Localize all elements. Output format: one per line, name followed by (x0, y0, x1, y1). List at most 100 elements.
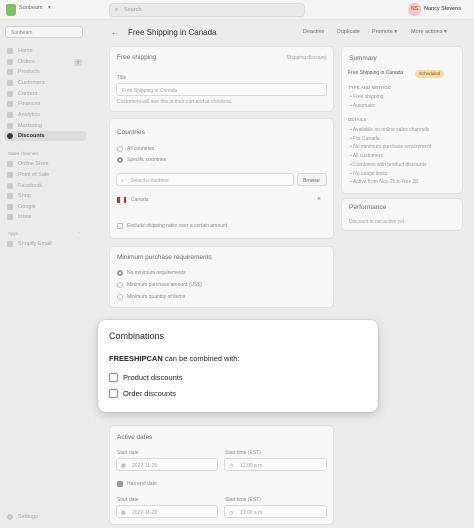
end-time-input[interactable]: ◷ 12:00 a.m. (224, 505, 327, 518)
title-input-value: Free Shipping in Canada (122, 87, 178, 94)
sidebar-item-facebook[interactable]: Facebook (4, 181, 86, 191)
summary-list-item: • Combines with product discounts (350, 162, 427, 168)
sidebar-item-shop[interactable]: Shop (4, 191, 86, 201)
end-date-value: 2022-11-28 (132, 509, 158, 516)
start-date-value: 2022-11-25 (132, 462, 158, 469)
end-date-input[interactable]: ▦ 2022-11-28 (116, 505, 218, 518)
exclude-rates-checkbox[interactable] (117, 223, 123, 229)
order-discounts-checkbox[interactable] (109, 389, 118, 398)
minimum-amount-radio[interactable] (117, 282, 123, 288)
end-time-label: Start time (EST) (225, 497, 261, 503)
search-icon: ⌕ (121, 177, 124, 184)
summary-list-item: • For Canada (350, 136, 380, 142)
sidebar-item-label: Customers (18, 80, 45, 86)
title-help-text: Customers will see this in their cart an… (117, 99, 233, 105)
sidebar-item-label: Google (18, 204, 36, 210)
summary-list-item: • Automatic (350, 103, 376, 109)
status-badge: Scheduled (415, 70, 445, 78)
sidebar-item-marketing[interactable]: Marketing (4, 121, 86, 131)
start-date-input[interactable]: ▦ 2022-11-25 (116, 458, 218, 471)
avatar[interactable]: NS (408, 3, 421, 16)
sidebar-item-finances[interactable]: Finances (4, 99, 86, 109)
sidebar-item-shopify-email[interactable]: Shopify Email (4, 239, 86, 249)
title-input[interactable]: Free Shipping in Canada (116, 83, 327, 96)
search-countries-input[interactable]: ⌕ Search countries (116, 173, 294, 186)
requirement-option-label: Minimum purchase amount (US$) (127, 282, 202, 288)
summary-item-text: Active from Nov 25 to Nov 28 (352, 179, 418, 185)
summary-item-text: Free shipping (353, 94, 384, 100)
exclude-rates-label: Exclude shipping rates over a certain am… (127, 223, 228, 229)
sidebar-item-label: Discounts (18, 133, 45, 139)
browse-button[interactable]: Browse (297, 173, 327, 186)
discount-icon (7, 133, 13, 139)
combinations-heading: Combinations (109, 331, 165, 341)
has-end-date-checkbox[interactable] (117, 481, 123, 487)
start-date-label: Start date (117, 450, 139, 456)
all-countries-radio[interactable] (117, 146, 123, 152)
sidebar-item-google[interactable]: Google (4, 202, 86, 212)
active-dates-card: Active dates Start date ▦ 2022-11-25 Sta… (109, 425, 334, 525)
sidebar-item-products[interactable]: Products (4, 67, 86, 77)
store-name[interactable]: Sunbeam (19, 5, 43, 11)
sidebar: Sunbeam Home Orders 7 Products Customers… (0, 20, 90, 528)
sidebar-item-settings[interactable]: Settings (4, 512, 86, 522)
apps-heading: Apps (8, 231, 19, 236)
card-heading: Summary (349, 55, 377, 62)
sidebar-item-home[interactable]: Home (4, 46, 86, 56)
card-heading: Countries (117, 129, 145, 136)
requirement-option-label: No minimum requirements (127, 270, 186, 276)
order-discounts-label: Order discounts (123, 389, 176, 398)
summary-title: Free Shipping in Canada (348, 70, 404, 76)
combinations-subtitle: FREESHIPCAN can be combined with: (109, 354, 239, 363)
specific-countries-radio[interactable] (117, 157, 123, 163)
product-discounts-checkbox[interactable] (109, 373, 118, 382)
shop-icon (7, 193, 13, 199)
user-name[interactable]: Nancy Stevens (424, 6, 461, 12)
start-time-input[interactable]: ◷ 12:00 a.m. (224, 458, 327, 471)
summary-list-item: • Available on online sales channels (350, 127, 430, 133)
sidebar-item-orders[interactable]: Orders 7 (4, 57, 86, 67)
sidebar-item-label: Content (18, 91, 38, 97)
end-time-value: 12:00 a.m. (240, 509, 264, 516)
sidebar-item-online-store[interactable]: Online Store (4, 159, 86, 169)
sales-channels-heading: Sales channels (8, 151, 39, 156)
chevron-down-icon[interactable]: ▾ (48, 5, 51, 11)
summary-item-text: Combines with product discounts (353, 162, 427, 168)
sidebar-item-customers[interactable]: Customers (4, 78, 86, 88)
sidebar-item-analytics[interactable]: Analytics (4, 110, 86, 120)
calendar-icon: ▦ (121, 462, 126, 469)
sidebar-item-label: Facebook (18, 183, 43, 189)
sidebar-item-discounts[interactable]: Discounts (4, 131, 86, 141)
gear-icon (7, 514, 13, 520)
document-icon (7, 91, 13, 97)
summary-item-text: Available on online sales channels (352, 127, 430, 133)
duplicate-button[interactable]: Duplicate (337, 29, 360, 35)
remove-country-button[interactable]: × (317, 196, 321, 203)
google-icon (7, 204, 13, 210)
sidebar-item-point-of-sale[interactable]: Point of Sale (4, 170, 86, 180)
store-select-label: Sunbeam (11, 29, 33, 36)
shopify-logo-icon[interactable] (6, 4, 16, 16)
pos-icon (7, 172, 13, 178)
chevron-right-icon[interactable]: › (78, 230, 80, 235)
promote-button[interactable]: Promote ▾ (372, 29, 397, 35)
minimum-quantity-radio[interactable] (117, 294, 123, 300)
canada-flag-icon (117, 197, 126, 203)
more-actions-button[interactable]: More actions ▾ (411, 29, 447, 35)
deactivate-button[interactable]: Deactive (303, 29, 324, 35)
store-select[interactable]: Sunbeam (5, 26, 83, 38)
minimum-requirements-card: Minimum purchase requirements No minimum… (109, 246, 334, 308)
summary-item-text: All customers (352, 153, 383, 159)
summary-item-text: Automatic (352, 103, 376, 109)
back-arrow-icon[interactable]: ← (109, 27, 121, 39)
no-minimum-radio[interactable] (117, 270, 123, 276)
summary-item-text: No usage limits (353, 171, 388, 177)
country-name: Canada (131, 197, 149, 203)
email-icon (7, 241, 13, 247)
performance-text: Discount is not active yet. (349, 219, 406, 225)
has-end-date-label: Has end date (127, 481, 157, 487)
sidebar-item-inbox[interactable]: Inbox (4, 212, 86, 222)
sidebar-item-content[interactable]: Content (4, 89, 86, 99)
type-method-heading: TYPE AND METHOD (348, 85, 392, 90)
search-input[interactable]: ⌕ Search (109, 3, 305, 17)
